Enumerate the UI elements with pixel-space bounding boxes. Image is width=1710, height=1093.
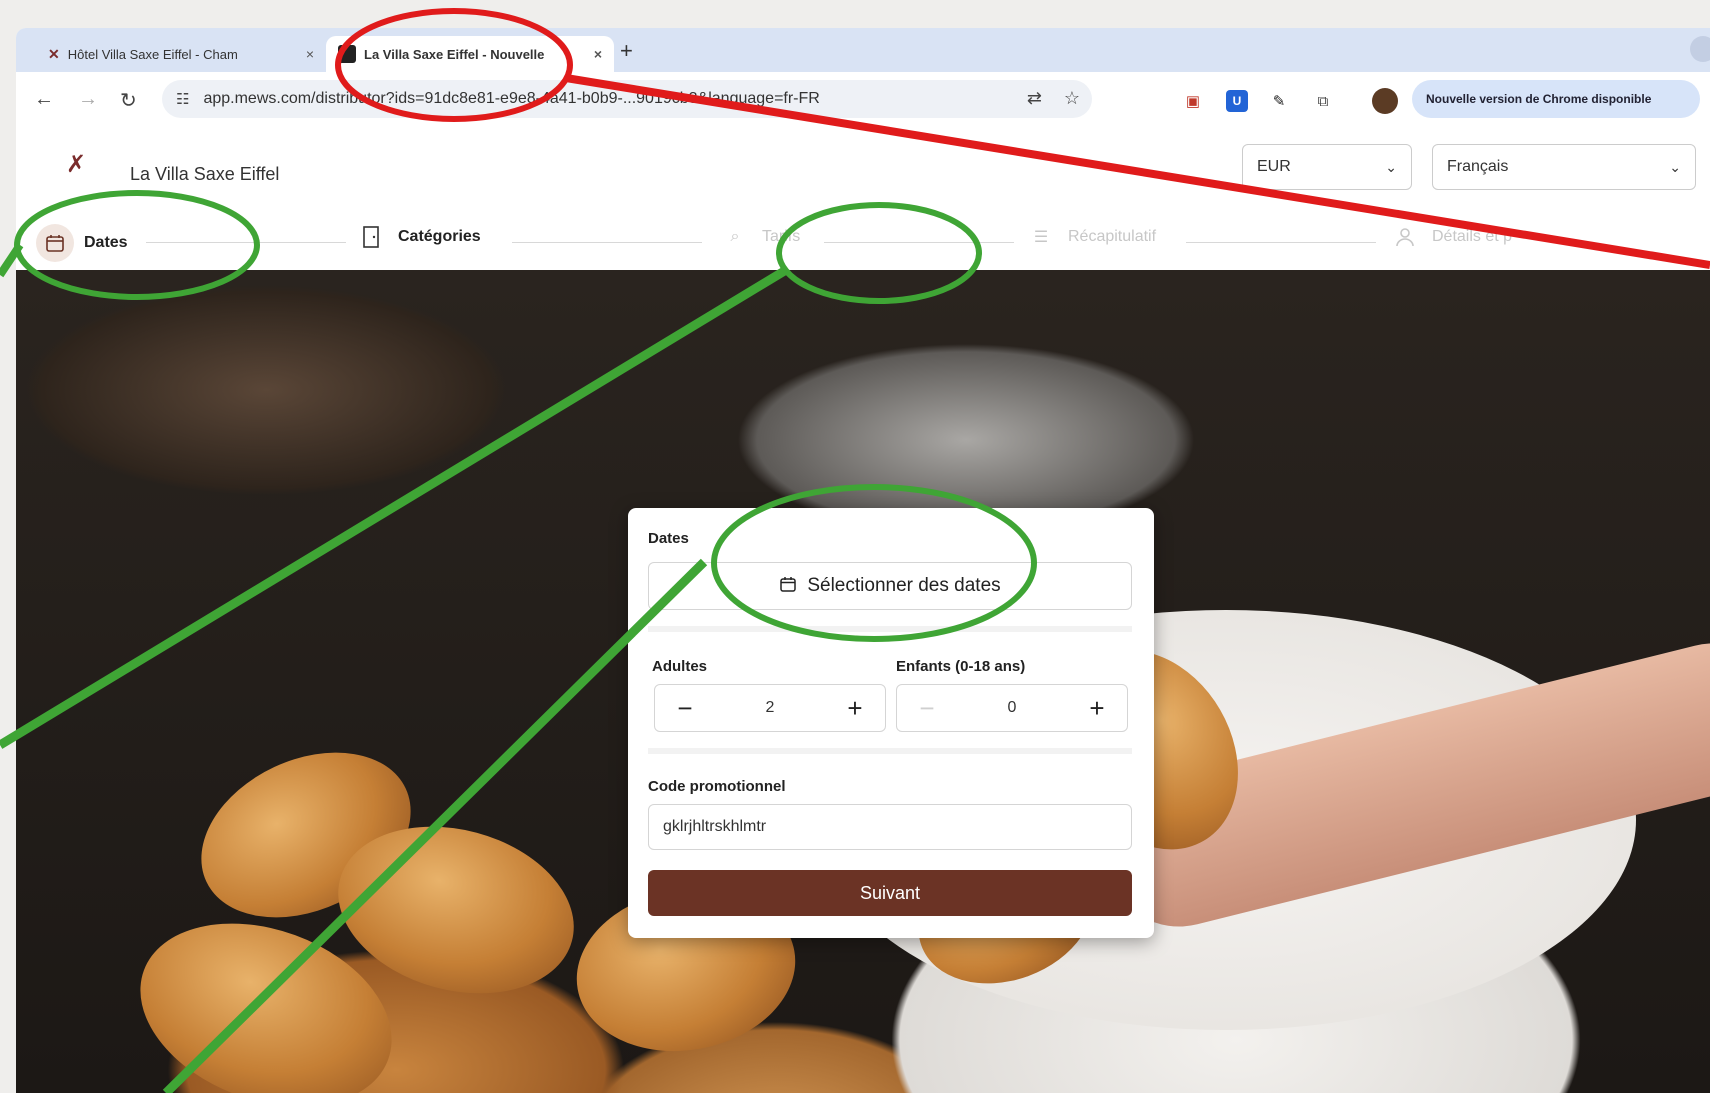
extensions-puzzle-icon[interactable]: ⧉ [1312, 90, 1334, 112]
password-extension-icon[interactable]: U [1226, 90, 1248, 112]
step-rates: ⌕ Tarifs [722, 224, 801, 250]
tab-title: La Villa Saxe Eiffel - Nouvelle [364, 46, 545, 62]
select-dates-button[interactable]: Sélectionner des dates [648, 562, 1132, 610]
promo-label: Code promotionnel [648, 778, 786, 795]
currency-value: EUR [1257, 158, 1291, 175]
booking-stepper: Dates Catégories ⌕ Tarifs ☰ Récapitulati… [16, 200, 1710, 271]
step-dates[interactable]: Dates [36, 224, 128, 262]
children-label: Enfants (0-18 ans) [896, 658, 1026, 675]
door-icon [358, 224, 384, 250]
step-categories[interactable]: Catégories [358, 224, 481, 250]
divider [648, 626, 1132, 632]
pen-extension-icon[interactable]: ✎ [1268, 90, 1290, 112]
calendar-icon [36, 224, 74, 262]
step-label: Détails et p [1432, 228, 1513, 245]
step-label: Récapitulatif [1068, 228, 1157, 245]
adults-increment-button[interactable]: + [841, 693, 869, 724]
reload-icon[interactable]: ↻ [120, 88, 137, 113]
browser-window: ✕ Hôtel Villa Saxe Eiffel - Cham × La Vi… [16, 28, 1710, 1093]
chrome-update-button[interactable]: Nouvelle version de Chrome disponible [1412, 80, 1700, 118]
select-dates-label: Sélectionner des dates [807, 575, 1001, 596]
adults-decrement-button[interactable]: − [671, 693, 699, 724]
language-select[interactable]: Français ⌄ [1432, 144, 1696, 190]
tag-icon: ⌕ [730, 228, 740, 245]
adults-stepper: − 2 + [654, 684, 886, 732]
tab-hotel-site[interactable]: ✕ Hôtel Villa Saxe Eiffel - Cham × [36, 36, 326, 72]
adults-value: 2 [765, 699, 775, 716]
children-stepper: − 0 + [896, 684, 1128, 732]
children-value: 0 [1007, 699, 1017, 716]
profile-avatar[interactable] [1372, 88, 1398, 114]
translate-icon[interactable]: ⇄ [1027, 88, 1042, 109]
new-tab-button[interactable]: + [620, 38, 633, 64]
person-icon [1392, 224, 1418, 250]
step-connector [1186, 242, 1376, 243]
bookmark-star-icon[interactable]: ☆ [1064, 88, 1080, 109]
tab-search-button[interactable] [1690, 36, 1710, 62]
close-tab-icon[interactable]: × [594, 46, 602, 62]
divider [648, 748, 1132, 754]
mews-favicon-icon [338, 45, 356, 63]
browser-toolbar: ← → ↻ ☷ app.mews.com/distributor?ids=91d… [16, 72, 1710, 129]
language-value: Français [1447, 158, 1509, 175]
step-label: Catégories [398, 228, 481, 245]
chevron-down-icon: ⌄ [1385, 158, 1397, 175]
hotel-name: La Villa Saxe Eiffel [130, 164, 280, 184]
site-info-icon[interactable]: ☷ [176, 90, 189, 108]
next-button[interactable]: Suivant [648, 870, 1132, 916]
list-icon: ☰ [1033, 229, 1049, 246]
back-arrow-icon[interactable]: ← [34, 88, 54, 111]
tab-booking[interactable]: La Villa Saxe Eiffel - Nouvelle × [326, 36, 614, 72]
extension-icon[interactable]: ▣ [1182, 90, 1204, 112]
children-increment-button[interactable]: + [1083, 693, 1111, 724]
calendar-icon [779, 575, 797, 598]
tab-strip: ✕ Hôtel Villa Saxe Eiffel - Cham × La Vi… [16, 28, 1710, 72]
step-connector [824, 242, 1014, 243]
booking-card: Dates Sélectionner des dates Adultes Enf… [628, 508, 1154, 938]
tab-title: Hôtel Villa Saxe Eiffel - Cham [67, 46, 238, 62]
currency-select[interactable]: EUR ⌄ [1242, 144, 1412, 190]
site-header: ✗ La Villa Saxe Eiffel EUR ⌄ Français ⌄ [16, 128, 1710, 201]
step-connector [512, 242, 702, 243]
step-label: Dates [84, 234, 128, 251]
promo-code-input[interactable] [648, 804, 1132, 850]
step-summary: ☰ Récapitulatif [1028, 224, 1156, 250]
address-bar[interactable]: ☷ app.mews.com/distributor?ids=91dc8e81-… [162, 80, 1092, 118]
chevron-down-icon: ⌄ [1669, 158, 1681, 175]
hotel-logo-icon: ✗ [66, 151, 87, 178]
children-decrement-button[interactable]: − [913, 693, 941, 724]
dates-label: Dates [648, 530, 689, 547]
url-text: app.mews.com/distributor?ids=91dc8e81-e9… [203, 90, 820, 107]
close-tab-icon[interactable]: × [306, 46, 314, 62]
step-connector [146, 242, 346, 243]
step-details: Détails et p [1392, 224, 1512, 250]
hotel-favicon-icon: ✕ [48, 45, 60, 62]
step-label: Tarifs [762, 228, 801, 245]
forward-arrow-icon[interactable]: → [78, 88, 98, 111]
adults-label: Adultes [652, 658, 708, 675]
